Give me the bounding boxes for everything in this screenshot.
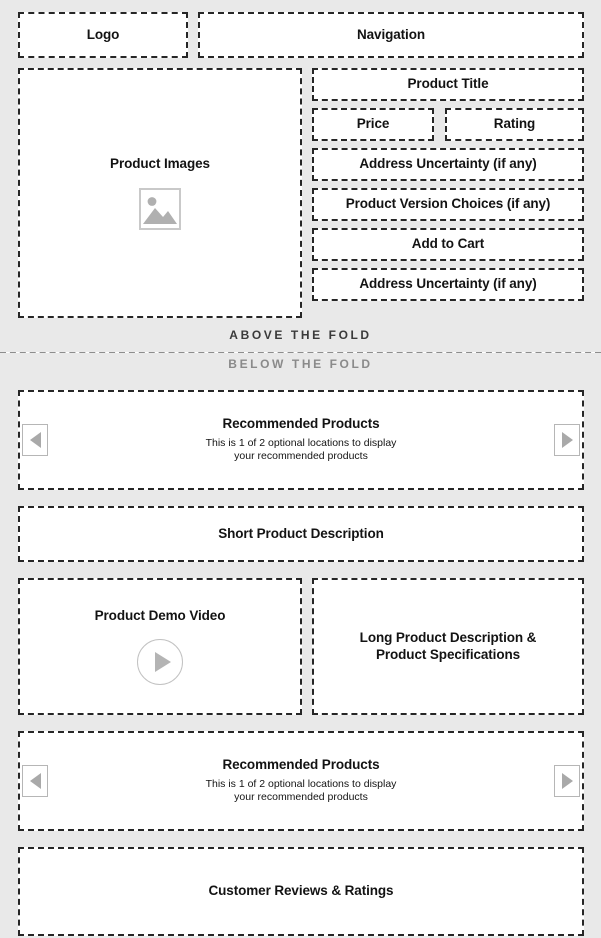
recommended-products-bottom-subtitle-line2: your recommended products	[234, 791, 368, 804]
image-placeholder-icon	[139, 188, 181, 231]
recommended-bottom-next-button[interactable]	[554, 765, 580, 797]
recommended-bottom-prev-button[interactable]	[22, 765, 48, 797]
short-product-description-label: Short Product Description	[218, 525, 384, 541]
below-the-fold-label: BELOW THE FOLD	[228, 357, 373, 371]
navigation-label: Navigation	[356, 26, 425, 42]
recommended-top-next-button[interactable]	[554, 424, 580, 456]
product-demo-video-placeholder[interactable]: Product Demo Video	[18, 578, 302, 715]
product-title-placeholder: Product Title	[312, 68, 584, 101]
address-uncertainty-top-label: Address Uncertainty (if any)	[359, 156, 537, 172]
product-title-label: Product Title	[407, 76, 489, 92]
add-to-cart-button[interactable]: Add to Cart	[312, 228, 584, 261]
recommended-products-top-title: Recommended Products	[222, 415, 380, 431]
media-row: Product Demo Video Long Product Descript…	[18, 578, 584, 715]
rating-label: Rating	[493, 116, 536, 132]
long-product-description-placeholder: Long Product Description & Product Speci…	[312, 578, 584, 715]
chevron-right-icon	[561, 432, 573, 448]
add-to-cart-label: Add to Cart	[411, 236, 485, 252]
recommended-products-bottom-title: Recommended Products	[222, 756, 380, 772]
recommended-products-top-subtitle-line2: your recommended products	[234, 450, 368, 463]
wireframe-page: Logo Navigation Product Images Product T…	[0, 0, 601, 938]
chevron-left-icon	[29, 773, 41, 789]
chevron-right-icon	[561, 773, 573, 789]
price-rating-row: Price Rating	[312, 108, 584, 141]
product-version-choices-placeholder[interactable]: Product Version Choices (if any)	[312, 188, 584, 221]
address-uncertainty-bottom-label: Address Uncertainty (if any)	[359, 276, 537, 292]
recommended-products-top-placeholder: Recommended Products This is 1 of 2 opti…	[18, 390, 584, 490]
price-label: Price	[356, 116, 390, 132]
navigation-placeholder[interactable]: Navigation	[198, 12, 584, 58]
above-the-fold-label: ABOVE THE FOLD	[229, 328, 372, 342]
long-product-description-label: Long Product Description & Product Speci…	[360, 630, 537, 664]
recommended-products-bottom-placeholder: Recommended Products This is 1 of 2 opti…	[18, 731, 584, 831]
chevron-left-icon	[29, 432, 41, 448]
below-the-fold-content: Recommended Products This is 1 of 2 opti…	[18, 390, 584, 936]
address-uncertainty-bottom-placeholder[interactable]: Address Uncertainty (if any)	[312, 268, 584, 301]
short-product-description-placeholder: Short Product Description	[18, 506, 584, 562]
recommended-top-prev-button[interactable]	[22, 424, 48, 456]
product-images-placeholder[interactable]: Product Images	[18, 68, 302, 318]
rating-placeholder[interactable]: Rating	[445, 108, 584, 141]
play-icon	[154, 651, 171, 672]
address-uncertainty-top-placeholder[interactable]: Address Uncertainty (if any)	[312, 148, 584, 181]
product-images-label: Product Images	[110, 155, 210, 171]
customer-reviews-label: Customer Reviews & Ratings	[208, 883, 394, 899]
header-row: Logo Navigation	[18, 12, 584, 58]
product-version-choices-label: Product Version Choices (if any)	[345, 196, 551, 212]
price-placeholder: Price	[312, 108, 434, 141]
product-info-column: Product Title Price Rating Address Uncer…	[312, 68, 584, 318]
product-demo-video-label: Product Demo Video	[94, 608, 226, 624]
recommended-products-bottom-subtitle-line1: This is 1 of 2 optional locations to dis…	[205, 777, 397, 790]
long-product-description-line2: Product Specifications	[375, 646, 521, 662]
above-the-fold-band: Logo Navigation Product Images Product T…	[0, 0, 601, 352]
logo-placeholder[interactable]: Logo	[18, 12, 188, 58]
customer-reviews-placeholder: Customer Reviews & Ratings	[18, 847, 584, 936]
recommended-products-top-subtitle-line1: This is 1 of 2 optional locations to dis…	[205, 436, 397, 449]
hero-row: Product Images Product Title Price Ratin…	[18, 68, 584, 318]
play-button[interactable]	[137, 638, 183, 685]
logo-label: Logo	[86, 26, 120, 42]
long-product-description-line1: Long Product Description &	[359, 629, 537, 645]
